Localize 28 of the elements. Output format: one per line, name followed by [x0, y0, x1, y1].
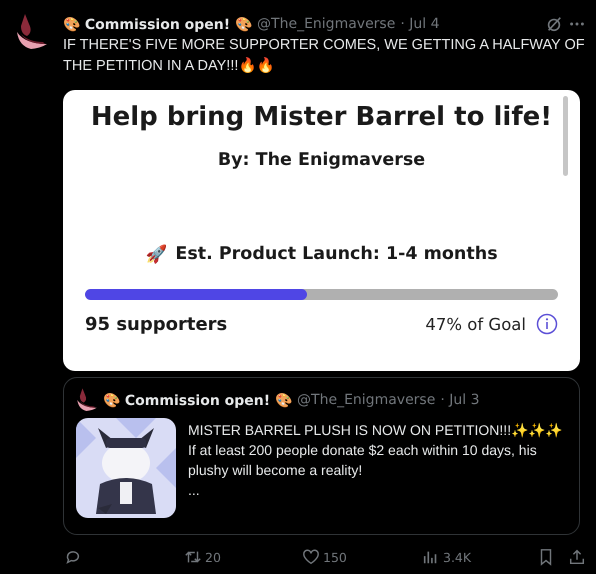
rocket-icon: 🚀 [145, 244, 168, 265]
supporter-count: 95 supporters [85, 314, 228, 334]
display-name[interactable]: 🎨 Commission open! 🎨 [63, 16, 252, 32]
avatar-icon[interactable] [76, 388, 98, 412]
post-text: IF THERE'S FIVE MORE SUPPORTER COMES, WE GETTING A HALFWAY OF THE PETITION IN A DAY!!!🔥🔥 [63, 36, 586, 76]
post-date[interactable]: · Jul 3 [440, 392, 480, 408]
user-handle[interactable]: @The_Enigmaverse [257, 16, 396, 32]
like-button[interactable]: 150 [302, 548, 422, 566]
reply-icon[interactable] [64, 548, 82, 566]
post-date[interactable]: · Jul 4 [400, 16, 440, 32]
goal-percent: 47% of Goal [425, 314, 526, 334]
quoted-text: MISTER BARREL PLUSH IS NOW ON PETITION!!!✨✨✨ [188, 421, 564, 440]
views-button[interactable]: 3.4K [422, 548, 537, 566]
avatar-icon[interactable] [15, 14, 49, 50]
heart-icon[interactable] [302, 548, 320, 566]
quoted-text: ... [188, 481, 201, 500]
display-name[interactable]: 🎨 Commission open! 🎨 [103, 392, 292, 408]
launch-estimate: Est. Product Launch: 1-4 months [175, 244, 498, 265]
repost-button[interactable]: 20 [184, 548, 302, 566]
user-handle[interactable]: @The_Enigmaverse [297, 392, 436, 408]
share-icon[interactable] [568, 548, 586, 566]
petition-card[interactable]: Help bring Mister Barrel to life! By: The Enigmaverse 🚀 Est. Product Launch: 1-4 months 95 supporters 47% of Goal [63, 90, 580, 371]
info-icon[interactable] [536, 313, 558, 335]
quoted-text: If at least 200 people donate $2 each within 10 days, his plushy will become a reality! [188, 441, 538, 480]
petition-title: Help bring Mister Barrel to life! [90, 102, 552, 132]
quoted-post[interactable]: 🎨 Commission open! 🎨 @The_Enigmaverse · Jul 3 MISTER BARREL PLUSH IS NOW ON PETITION!!!✨✨✨ If at least 200 people donate $2 each within 10 days, his plushy will become a reality! ... [63, 377, 580, 535]
petition-byline: By: The Enigmaverse [218, 150, 426, 170]
slashed-circle-icon[interactable] [545, 15, 563, 33]
